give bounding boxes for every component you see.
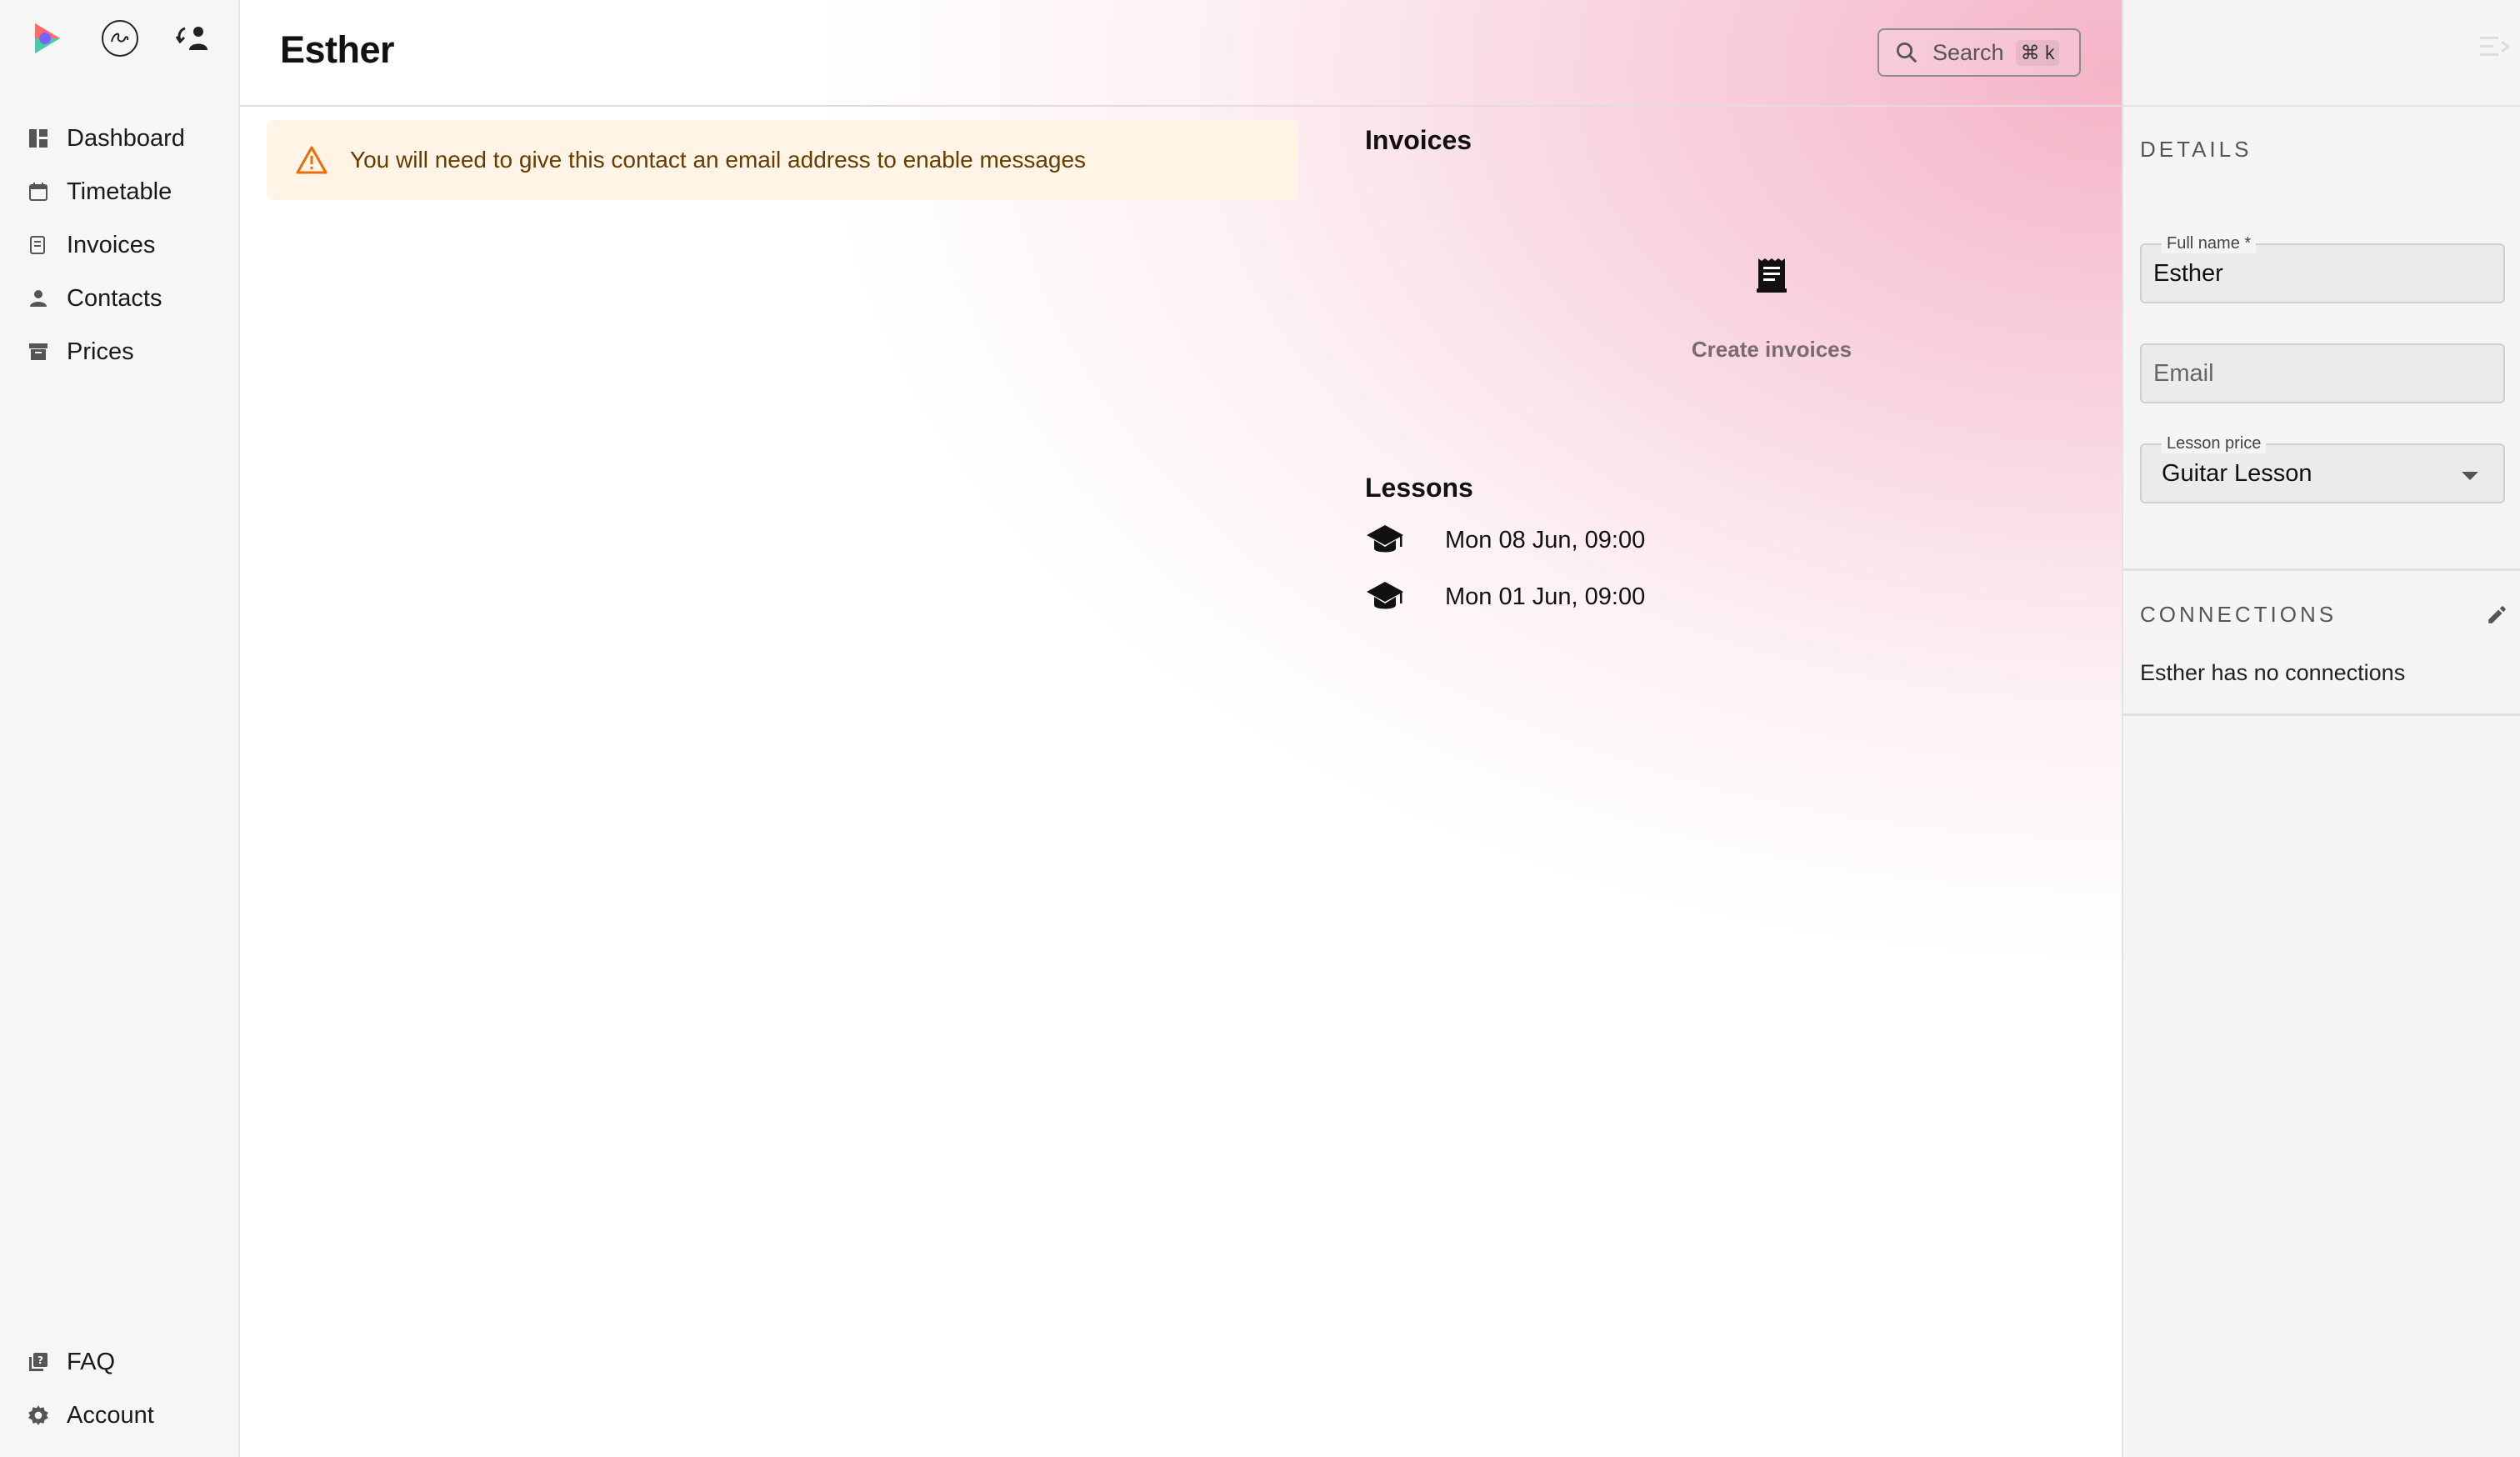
app-logo-icon[interactable] — [27, 18, 67, 58]
lesson-price-label: Lesson price — [2162, 433, 2267, 453]
chevron-down-icon — [2462, 472, 2478, 480]
page-title: Esther — [280, 28, 395, 71]
divider — [2123, 568, 2520, 571]
svg-text:?: ? — [38, 1354, 43, 1366]
lesson-date: Mon 08 Jun, 09:00 — [1445, 526, 1646, 553]
connections-empty-text: Esther has no connections — [2140, 660, 2406, 685]
archive-icon — [27, 340, 50, 363]
edit-connections-icon[interactable] — [2483, 602, 2510, 628]
details-heading: DETAILS — [2140, 137, 2252, 162]
person-icon — [27, 287, 50, 310]
graduation-cap-icon — [1365, 577, 1405, 617]
search-icon — [1894, 40, 1919, 65]
sidebar-item-label: FAQ — [67, 1348, 116, 1375]
lesson-price-select[interactable]: Lesson price Guitar Lesson — [2140, 433, 2505, 503]
full-name-value: Esther — [2153, 260, 2223, 287]
details-panel: DETAILS Full name * Esther Email Lesson … — [2122, 0, 2520, 1457]
gear-icon — [27, 1404, 50, 1427]
email-field[interactable]: Email — [2140, 343, 2505, 403]
sidebar-item-label: Dashboard — [67, 124, 185, 152]
calendar-icon — [27, 180, 50, 203]
sidebar-bottom-nav: ? FAQ Account — [27, 1335, 154, 1442]
warning-icon — [295, 145, 328, 175]
alert-text: You will need to give this contact an em… — [350, 147, 1087, 173]
search-shortcut: ⌘ k — [2015, 39, 2060, 66]
main-content: Esther Search ⌘ k You will need to give … — [240, 0, 2122, 1457]
sidebar-item-label: Contacts — [67, 284, 162, 312]
sidebar-item-dashboard[interactable]: Dashboard — [27, 112, 185, 165]
top-bar: Esther Search ⌘ k — [240, 0, 2122, 107]
sidebar-item-label: Timetable — [67, 178, 172, 205]
sidebar-item-contacts[interactable]: Contacts — [27, 272, 185, 325]
receipt-icon — [1588, 250, 1955, 300]
details-panel-header — [2123, 0, 2520, 107]
email-warning-alert: You will need to give this contact an em… — [267, 120, 1298, 200]
sidebar-item-label: Prices — [67, 338, 134, 365]
lessons-title: Lessons — [1365, 473, 1473, 503]
switch-account-icon[interactable] — [173, 18, 213, 58]
lesson-price-value: Guitar Lesson — [2162, 460, 2312, 487]
search-label: Search — [1932, 39, 2004, 65]
search-button[interactable]: Search ⌘ k — [1878, 28, 2081, 77]
invoice-icon — [27, 233, 50, 257]
sidebar-item-label: Invoices — [67, 231, 156, 258]
lesson-date: Mon 01 Jun, 09:00 — [1445, 583, 1646, 610]
faq-icon: ? — [27, 1350, 50, 1374]
email-placeholder: Email — [2153, 360, 2214, 387]
sidebar-item-invoices[interactable]: Invoices — [27, 218, 185, 272]
connections-heading: CONNECTIONS — [2140, 602, 2338, 627]
sidebar-item-timetable[interactable]: Timetable — [27, 165, 185, 218]
sidebar-item-account[interactable]: Account — [27, 1389, 154, 1442]
graduation-cap-icon — [1365, 520, 1405, 560]
lesson-item[interactable]: Mon 08 Jun, 09:00 — [1365, 520, 1645, 560]
sidebar-item-faq[interactable]: ? FAQ — [27, 1335, 154, 1389]
logo-row — [27, 18, 213, 58]
seni-logo-icon[interactable] — [100, 18, 140, 58]
collapse-panel-icon[interactable] — [2477, 30, 2513, 63]
lesson-item[interactable]: Mon 01 Jun, 09:00 — [1365, 577, 1645, 617]
create-invoices-button[interactable]: Create invoices — [1588, 250, 1955, 363]
full-name-field[interactable]: Full name * Esther — [2140, 233, 2505, 303]
sidebar-item-prices[interactable]: Prices — [27, 325, 185, 378]
full-name-label: Full name * — [2162, 233, 2257, 253]
sidebar-nav: Dashboard Timetable Invoices Contacts Pr… — [27, 112, 185, 378]
sidebar: Dashboard Timetable Invoices Contacts Pr… — [0, 0, 240, 1457]
invoices-title: Invoices — [1365, 125, 1472, 155]
divider — [2123, 713, 2520, 716]
dashboard-icon — [27, 127, 50, 150]
create-invoices-label: Create invoices — [1691, 337, 1852, 362]
sidebar-item-label: Account — [67, 1401, 154, 1429]
